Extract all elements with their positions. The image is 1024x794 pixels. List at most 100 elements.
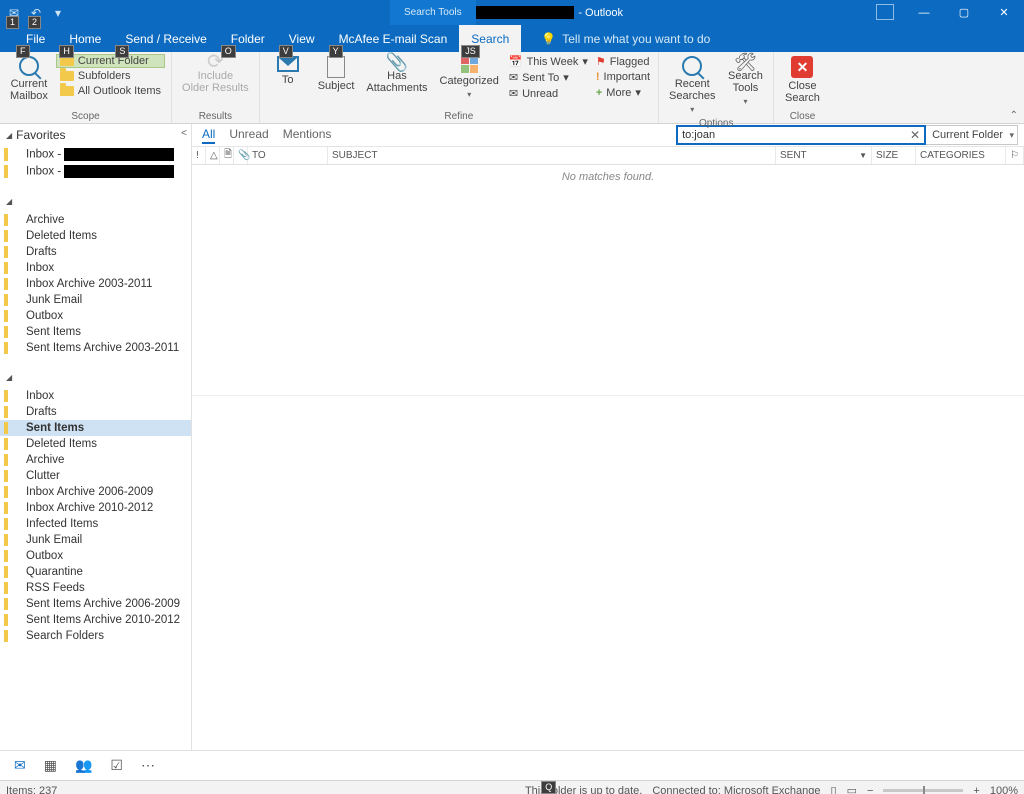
account2-header[interactable]: ◢ (0, 366, 191, 388)
folder-item[interactable]: Inbox Archive 2003-2011 (0, 276, 191, 292)
account1-header[interactable]: ◢ (0, 190, 191, 212)
envelope-icon: ✉ (509, 71, 518, 84)
zoom-in-icon[interactable]: + (973, 785, 979, 794)
collapse-nav-icon[interactable]: < (181, 128, 187, 139)
refine-categorized-button[interactable]: Categorized▾ (436, 54, 503, 103)
ribbon-display-options-icon[interactable] (876, 4, 894, 20)
folder-item[interactable]: Deleted Items (0, 436, 191, 452)
nav-tasks-icon[interactable]: ☑ (110, 757, 123, 774)
folder-item[interactable]: Inbox (0, 260, 191, 276)
folder-item[interactable]: Junk Email (0, 532, 191, 548)
refine-unread-button[interactable]: ✉Unread (507, 86, 590, 101)
close-search-button[interactable]: ✕Close Search (780, 54, 824, 106)
filter-all[interactable]: All (202, 127, 215, 144)
folder-item[interactable]: Sent Items (0, 324, 191, 340)
qat-customize-icon[interactable]: ▾ (48, 3, 68, 23)
folder-item[interactable]: RSS Feeds (0, 580, 191, 596)
refine-sent-to-button[interactable]: ✉Sent To ▾ (507, 70, 590, 85)
tab-send-receive[interactable]: Send / ReceiveS (113, 25, 218, 52)
folder-item[interactable]: Inbox - (0, 163, 191, 180)
maximize-button[interactable]: ▢ (944, 0, 984, 25)
folder-item[interactable]: Infected Items (0, 516, 191, 532)
zoom-out-icon[interactable]: − (867, 785, 873, 794)
folder-item[interactable]: Sent Items Archive 2003-2011 (0, 340, 191, 356)
folder-item[interactable]: Junk Email (0, 292, 191, 308)
zoom-slider[interactable] (883, 789, 963, 792)
col-to[interactable]: TO (248, 147, 328, 164)
col-attachment[interactable]: 📎 (234, 147, 248, 164)
close-button[interactable]: ✕ (984, 0, 1024, 25)
tab-mcafee[interactable]: McAfee E-mail ScanY (327, 25, 460, 52)
current-mailbox-button[interactable]: Current Mailbox (6, 54, 52, 104)
nav-people-icon[interactable]: 👥 (75, 757, 92, 774)
folder-item[interactable]: Archive (0, 452, 191, 468)
view-normal-icon[interactable]: ▯ (831, 784, 837, 794)
collapse-ribbon-icon[interactable]: ⌃ (1010, 110, 1018, 121)
filter-mentions[interactable]: Mentions (283, 127, 332, 144)
col-flag[interactable]: ⚐ (1006, 147, 1024, 164)
refine-flagged-button[interactable]: ⚑Flagged (594, 54, 652, 69)
clear-search-icon[interactable]: ✕ (910, 128, 920, 142)
magnifier-icon (19, 56, 39, 76)
folder-item[interactable]: Drafts (0, 244, 191, 260)
qat-undo-icon[interactable]: ↶2 (26, 3, 46, 23)
folder-item[interactable]: Clutter (0, 468, 191, 484)
envelope-icon: ✉ (509, 87, 518, 100)
minimize-button[interactable]: — (904, 0, 944, 25)
folder-item[interactable]: Outbox (0, 548, 191, 564)
refine-subject-button[interactable]: Subject (314, 54, 359, 94)
refine-has-attachments-button[interactable]: 📎Has Attachments (362, 54, 431, 96)
refine-important-button[interactable]: !Important (594, 70, 652, 84)
refine-to-button[interactable]: To (266, 54, 310, 88)
nav-calendar-icon[interactable]: ▦ (44, 757, 57, 774)
tab-view[interactable]: ViewV (277, 25, 327, 52)
recent-searches-button[interactable]: Recent Searches▾ (665, 54, 719, 118)
refine-more-button[interactable]: +More ▾ (594, 85, 652, 100)
col-icon[interactable]: 🗎 (220, 147, 234, 164)
flag-icon: ⚑ (596, 55, 606, 68)
refine-this-week-button[interactable]: 📅This Week ▾ (507, 54, 590, 69)
tab-folder[interactable]: FolderO (219, 25, 277, 52)
col-reminder[interactable]: △ (206, 147, 220, 164)
folder-item[interactable]: Archive (0, 212, 191, 228)
view-reading-icon[interactable]: ▭ (847, 784, 857, 794)
search-tools-button[interactable]: 🛠Search Tools▾ (723, 54, 767, 110)
folder-item[interactable]: Search Folders (0, 628, 191, 644)
ribbon-group-refine: To Subject 📎Has Attachments Categorized▾… (260, 52, 659, 123)
folder-item[interactable]: Sent Items (0, 420, 191, 436)
col-sent[interactable]: SENT▼ (776, 147, 872, 164)
folder-item[interactable]: Inbox Archive 2006-2009 (0, 484, 191, 500)
folder-item[interactable]: Inbox - (0, 146, 191, 163)
tab-search[interactable]: SearchJS (459, 25, 521, 52)
ribbon-group-close: ✕Close Search Close (774, 52, 830, 123)
scope-subfolders[interactable]: Subfolders (56, 69, 165, 83)
folder-item[interactable]: Outbox (0, 308, 191, 324)
col-subject[interactable]: SUBJECT (328, 147, 776, 164)
tell-me[interactable]: 💡Tell me what you want to doQ (541, 25, 710, 52)
search-scope-dropdown[interactable]: Current Folder (926, 125, 1018, 145)
folder-item[interactable]: Drafts (0, 404, 191, 420)
tab-home[interactable]: HomeH (57, 25, 113, 52)
folder-item[interactable]: Deleted Items (0, 228, 191, 244)
col-categories[interactable]: CATEGORIES (916, 147, 1006, 164)
document-icon (327, 56, 345, 78)
nav-more-icon[interactable]: ⋯ (141, 757, 155, 774)
scope-all-outlook-items[interactable]: All Outlook Items (56, 84, 165, 98)
col-importance[interactable]: ! (192, 147, 206, 164)
redacted-account (16, 370, 146, 384)
favorites-header[interactable]: ◢Favorites (0, 124, 191, 146)
qat-outlook-icon[interactable]: ✉1 (4, 3, 24, 23)
nav-switcher: ✉ ▦ 👥 ☑ ⋯ (0, 750, 1024, 780)
folder-item[interactable]: Inbox Archive 2010-2012 (0, 500, 191, 516)
folder-item[interactable]: Quarantine (0, 564, 191, 580)
folder-item[interactable]: Inbox (0, 388, 191, 404)
tab-file[interactable]: FileF (14, 25, 57, 52)
filter-unread[interactable]: Unread (229, 127, 268, 144)
plus-icon: + (596, 87, 602, 99)
nav-mail-icon[interactable]: ✉ (14, 757, 26, 774)
folder-item[interactable]: Sent Items Archive 2006-2009 (0, 596, 191, 612)
folder-item[interactable]: Sent Items Archive 2010-2012 (0, 612, 191, 628)
ribbon-tabs: FileF HomeH Send / ReceiveS FolderO View… (0, 25, 1024, 52)
col-size[interactable]: SIZE (872, 147, 916, 164)
no-results-text: No matches found. (562, 171, 654, 183)
